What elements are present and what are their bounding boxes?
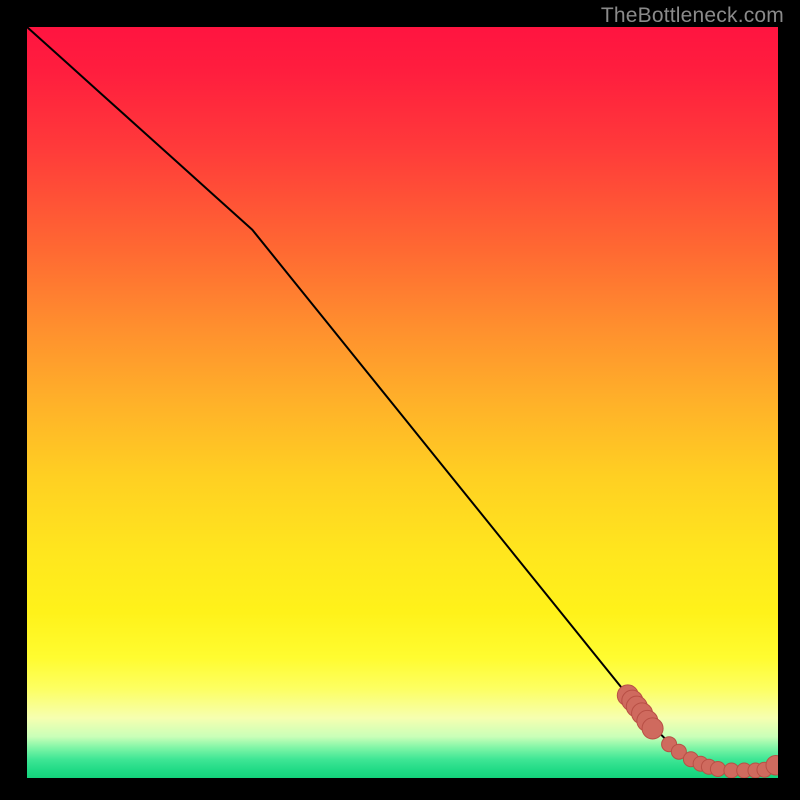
data-point [642, 718, 663, 739]
chart-svg [27, 27, 778, 778]
data-point [710, 761, 725, 776]
watermark-text: TheBottleneck.com [601, 4, 784, 28]
plot-area [27, 27, 778, 778]
chart-stage: TheBottleneck.com [0, 0, 800, 800]
data-points [617, 685, 778, 778]
curve-line [27, 27, 778, 770]
